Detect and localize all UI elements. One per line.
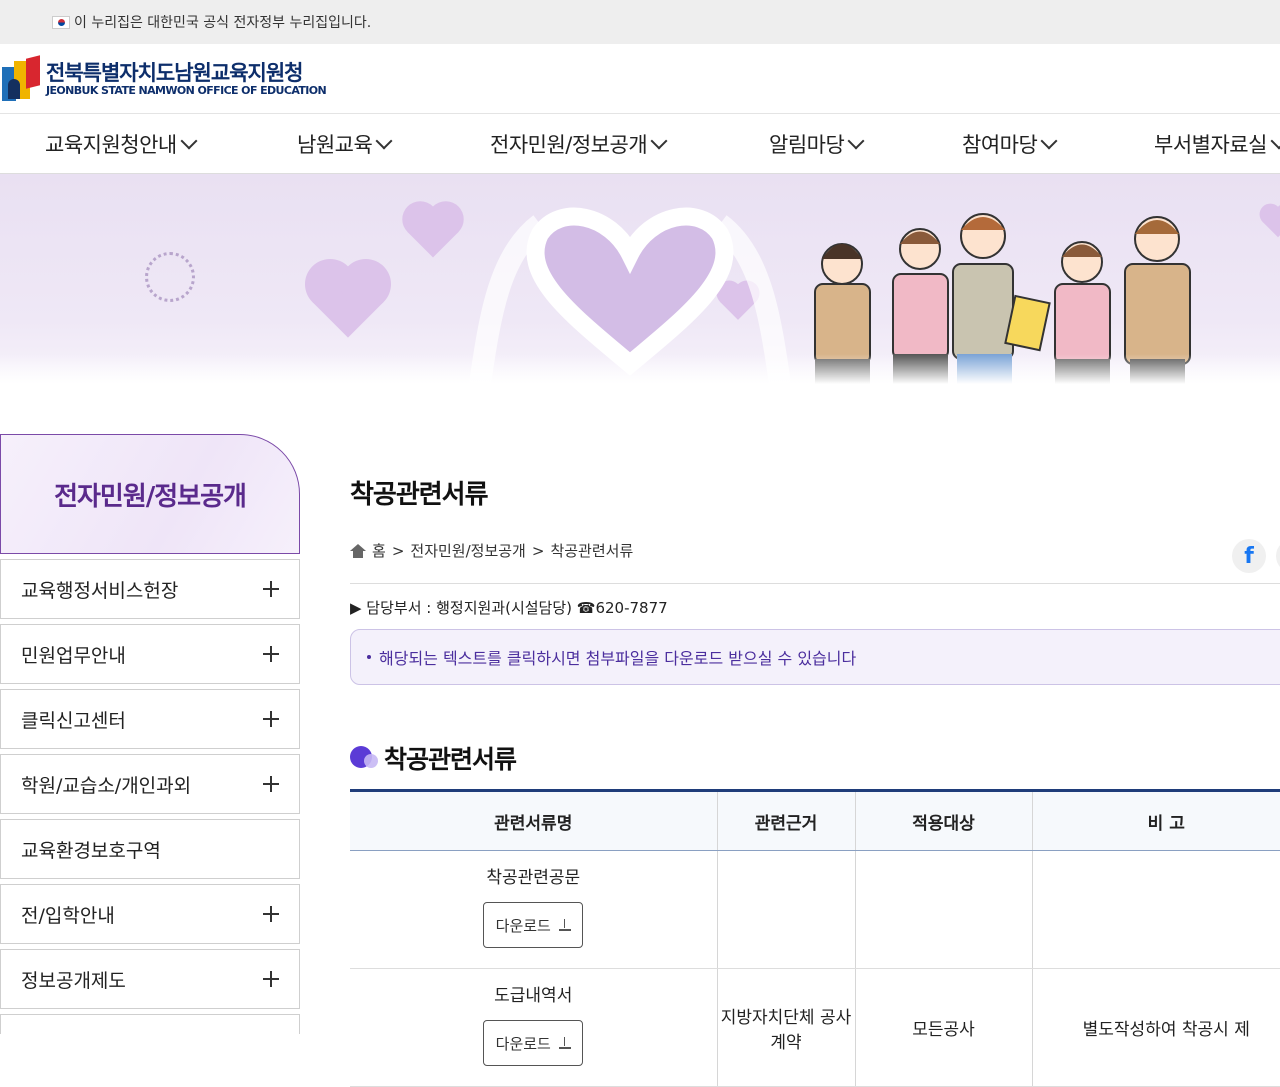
breadcrumb-current: 착공관련서류	[550, 542, 634, 560]
hero-banner	[0, 174, 1280, 384]
plus-icon	[263, 776, 279, 792]
target-cell	[855, 850, 1033, 969]
sidebar-item-more[interactable]	[0, 1014, 300, 1034]
sidebar-item-info-disclosure[interactable]: 정보공개제도	[0, 949, 300, 1009]
nav-item-civil[interactable]: 전자민원/정보공개	[490, 114, 668, 173]
doc-name: 도급내역서	[494, 986, 573, 1006]
chevron-down-icon	[847, 132, 865, 149]
table-row: 착공관련공문 다운로드	[350, 850, 1280, 969]
home-icon[interactable]	[350, 543, 366, 558]
target-cell: 모든공사	[855, 968, 1033, 1087]
sidebar-title: 전자민원/정보공개	[0, 434, 300, 554]
plus-icon	[263, 711, 279, 727]
note-cell	[1032, 850, 1280, 969]
doc-name: 착공관련공문	[486, 868, 581, 888]
page-title: 착공관련서류	[350, 480, 489, 510]
download-button[interactable]: 다운로드	[483, 902, 584, 948]
nav-item-participation[interactable]: 참여마당	[962, 114, 1058, 173]
chevron-down-icon	[1270, 132, 1280, 149]
sidebar-item-service-charter[interactable]: 교육행정서비스헌장	[0, 559, 300, 619]
chevron-down-icon	[650, 132, 668, 149]
column-header: 관련서류명	[350, 790, 718, 851]
doc-name-cell: 착공관련공문 다운로드	[350, 850, 718, 969]
site-header: 전북특별자치도남원교육지원청 JEONBUK STATE NAMWON OFFI…	[0, 44, 1280, 114]
sidebar-item-academy[interactable]: 학원/교습소/개인과외	[0, 754, 300, 814]
breadcrumb-home[interactable]: 홈	[372, 540, 386, 561]
nav-item-notice[interactable]: 알림마당	[769, 114, 865, 173]
documents-table: 관련서류명 관련근거 적용대상 비 고 착공관련공문 다운로드 도급내역서 다운…	[350, 789, 1280, 1087]
decor-dots-icon	[145, 252, 195, 302]
download-icon	[558, 919, 571, 931]
chevron-down-icon	[375, 132, 393, 149]
column-header: 적용대상	[855, 790, 1033, 851]
logo-subtitle: JEONBUK STATE NAMWON OFFICE OF EDUCATION	[46, 83, 327, 97]
section-title: 착공관련서류	[350, 740, 517, 776]
breadcrumb: 홈 > 전자민원/정보공개 > 착공관련서류	[350, 540, 633, 561]
department-info: ▶ 담당부서 : 행정지원과(시설담당) ☎620-7877	[350, 599, 668, 617]
sidebar-item-protection-zone[interactable]: 교육환경보호구역	[0, 819, 300, 879]
table-header-row: 관련서류명 관련근거 적용대상 비 고	[350, 790, 1280, 851]
logo-emblem-icon	[2, 54, 42, 101]
table-row: 도급내역서 다운로드 지방자치단체 공사계약 모든공사 별도작성하여 착공시 제	[350, 968, 1280, 1087]
plus-icon	[263, 906, 279, 922]
chevron-down-icon	[1040, 132, 1058, 149]
sidebar: 전자민원/정보공개 교육행정서비스헌장 민원업무안내 클릭신고센터 학원/교습소…	[0, 434, 300, 1034]
column-header: 관련근거	[717, 790, 856, 851]
logo-title: 전북특별자치도남원교육지원청	[46, 60, 303, 85]
plus-icon	[263, 971, 279, 987]
sidebar-item-civil-guide[interactable]: 민원업무안내	[0, 624, 300, 684]
nav-item-dept-files[interactable]: 부서별자료실	[1154, 114, 1280, 173]
heart-icon	[407, 206, 459, 258]
plus-icon	[263, 646, 279, 662]
download-icon	[558, 1037, 571, 1049]
main-nav: 교육지원청안내 남원교육 전자민원/정보공개 알림마당 참여마당 부서별자료실	[0, 114, 1280, 174]
section-bullet-icon	[350, 746, 378, 770]
facebook-share-icon[interactable]: f	[1232, 539, 1266, 573]
download-button[interactable]: 다운로드	[483, 1020, 584, 1066]
column-header: 비 고	[1032, 790, 1280, 851]
doc-name-cell: 도급내역서 다운로드	[350, 968, 718, 1087]
heart-icon	[1262, 206, 1280, 238]
chevron-down-icon	[180, 132, 198, 149]
sidebar-item-admission[interactable]: 전/입학안내	[0, 884, 300, 944]
basis-cell	[717, 850, 856, 969]
site-logo[interactable]: 전북특별자치도남원교육지원청 JEONBUK STATE NAMWON OFFI…	[2, 54, 327, 101]
gov-banner: 이 누리집은 대한민국 공식 전자정부 누리집입니다.	[0, 0, 1280, 44]
basis-cell: 지방자치단체 공사계약	[717, 968, 856, 1087]
gov-banner-text: 이 누리집은 대한민국 공식 전자정부 누리집입니다.	[74, 15, 372, 31]
korea-flag-icon	[52, 15, 70, 29]
divider	[350, 583, 1280, 584]
share-icon[interactable]	[1276, 539, 1280, 573]
plus-icon	[263, 581, 279, 597]
bullet-dot-icon	[367, 655, 371, 659]
notice-text: 해당되는 텍스트를 클릭하시면 첨부파일을 다운로드 받으실 수 있습니다	[379, 649, 857, 668]
note-cell: 별도작성하여 착공시 제	[1032, 968, 1280, 1087]
nav-item-guide[interactable]: 교육지원청안내	[45, 114, 198, 173]
nav-item-education[interactable]: 남원교육	[297, 114, 393, 173]
heart-icon	[312, 266, 384, 338]
breadcrumb-level1[interactable]: 전자민원/정보공개	[410, 540, 525, 561]
sidebar-item-report-center[interactable]: 클릭신고센터	[0, 689, 300, 749]
notice-box: 해당되는 텍스트를 클릭하시면 첨부파일을 다운로드 받으실 수 있습니다	[350, 629, 1280, 685]
